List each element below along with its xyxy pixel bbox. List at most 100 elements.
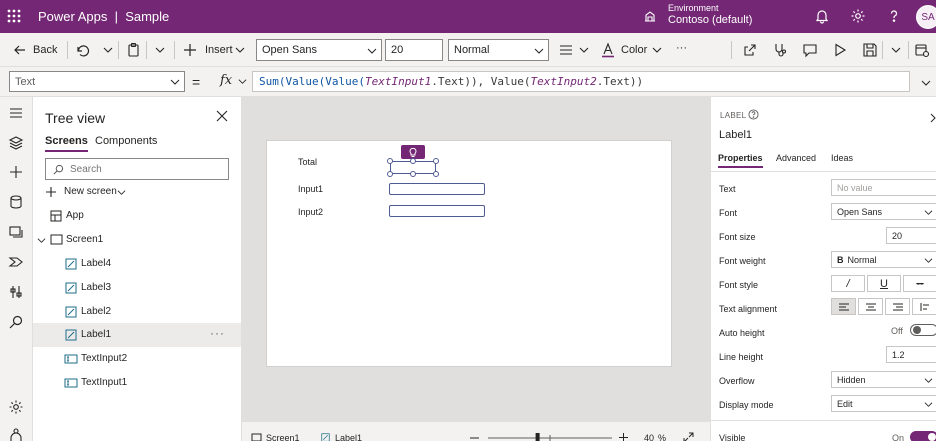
canvas-textinput2[interactable]: [389, 205, 485, 217]
tree-search-box[interactable]: [45, 158, 229, 180]
undo-icon[interactable]: [74, 42, 90, 58]
tree-item-label4[interactable]: Label4: [33, 252, 241, 276]
prop-font-size-input[interactable]: 20: [886, 227, 936, 244]
font-weight-dropdown[interactable]: Normal: [448, 39, 549, 61]
tab-screens[interactable]: Screens: [45, 135, 88, 152]
close-icon[interactable]: [216, 110, 228, 122]
tree-item-screen1[interactable]: Screen1: [33, 228, 241, 252]
strikethrough-button[interactable]: --: [903, 275, 936, 292]
resize-handle[interactable]: [410, 158, 416, 164]
expand-formula-chevron-icon[interactable]: [921, 78, 931, 88]
more-options-button[interactable]: ···: [210, 326, 225, 340]
prop-overflow-dropdown[interactable]: Hidden: [831, 371, 936, 388]
tree-item-label2[interactable]: Label2: [33, 300, 241, 324]
fx-chevron-icon[interactable]: [238, 77, 247, 86]
plus-icon[interactable]: [182, 42, 198, 58]
more-commands-button[interactable]: ···: [676, 42, 687, 54]
layers-icon[interactable]: [8, 135, 24, 151]
font-size-input[interactable]: 20: [385, 39, 443, 61]
resize-handle[interactable]: [410, 171, 416, 177]
search-input[interactable]: [70, 162, 220, 177]
insert-chevron-icon[interactable]: [232, 42, 248, 58]
gear-icon[interactable]: [850, 8, 866, 24]
environment-value[interactable]: Contoso (default): [668, 14, 752, 26]
chevron-down-icon[interactable]: [37, 236, 46, 245]
prop-font-dropdown[interactable]: Open Sans: [831, 203, 936, 220]
tab-properties[interactable]: Properties: [718, 153, 763, 168]
help-icon[interactable]: [748, 109, 759, 120]
undo-dropdown-chevron-icon[interactable]: [100, 42, 116, 58]
color-chevron-icon[interactable]: [649, 42, 665, 58]
back-arrow-icon[interactable]: [12, 42, 28, 58]
tab-components[interactable]: Components: [95, 135, 157, 147]
align-left-button[interactable]: [831, 298, 856, 315]
canvas-label-input1[interactable]: Input1: [298, 184, 323, 194]
chevron-right-icon[interactable]: [928, 113, 936, 123]
canvas-label-input2[interactable]: Input2: [298, 207, 323, 217]
formula-input[interactable]: Sum(Value(Value(TextInput1.Text)), Value…: [252, 71, 910, 92]
resize-handle[interactable]: [387, 171, 393, 177]
align-right-button[interactable]: [885, 298, 910, 315]
auto-height-toggle[interactable]: [910, 324, 936, 336]
align-chevron-icon[interactable]: [576, 42, 592, 58]
insert-button[interactable]: Insert: [205, 44, 233, 56]
resize-handle[interactable]: [387, 158, 393, 164]
search-icon[interactable]: [8, 314, 24, 330]
back-button[interactable]: Back: [33, 44, 57, 56]
waffle-icon[interactable]: [6, 8, 22, 24]
canvas-label-total[interactable]: Total: [298, 157, 317, 167]
status-selected-breadcrumb[interactable]: Label1: [335, 433, 362, 441]
comments-icon[interactable]: [802, 42, 818, 58]
tab-advanced[interactable]: Advanced: [776, 153, 816, 163]
property-dropdown[interactable]: Text: [9, 71, 185, 92]
zoom-slider[interactable]: [488, 433, 612, 441]
tree-item-textinput1[interactable]: TextInput1: [33, 371, 241, 395]
status-screen-breadcrumb[interactable]: Screen1: [266, 433, 300, 441]
prop-font-weight-dropdown[interactable]: B Normal: [831, 251, 936, 268]
data-cylinder-icon[interactable]: [8, 194, 24, 210]
color-button[interactable]: Color: [621, 44, 647, 56]
control-name[interactable]: Label1: [719, 129, 752, 141]
prop-text-input[interactable]: No value: [831, 179, 936, 196]
save-icon[interactable]: [862, 42, 878, 58]
tree-item-app[interactable]: App: [33, 204, 241, 228]
resize-handle[interactable]: [433, 171, 439, 177]
insert-plus-icon[interactable]: [8, 164, 24, 180]
zoom-in-icon[interactable]: [619, 433, 628, 441]
help-icon[interactable]: [886, 8, 902, 24]
color-icon[interactable]: [600, 42, 616, 58]
align-justify-button[interactable]: [912, 298, 936, 315]
paste-icon[interactable]: [126, 42, 142, 58]
prop-line-height-input[interactable]: 1.2: [886, 346, 936, 363]
zoom-slider-thumb[interactable]: [535, 433, 540, 441]
publish-icon[interactable]: [914, 42, 930, 58]
font-family-dropdown[interactable]: Open Sans: [256, 39, 382, 61]
virtual-agent-icon[interactable]: [8, 427, 24, 441]
resize-handle[interactable]: [433, 158, 439, 164]
save-chevron-icon[interactable]: [888, 42, 904, 58]
ideas-lightbulb-button[interactable]: [401, 145, 425, 159]
zoom-out-icon[interactable]: [470, 437, 479, 439]
tree-item-textinput2[interactable]: TextInput2: [33, 347, 241, 371]
hamburger-icon[interactable]: [8, 105, 24, 121]
app-screen-canvas[interactable]: [266, 140, 672, 367]
advanced-tools-icon[interactable]: [8, 284, 24, 300]
bell-icon[interactable]: [814, 8, 830, 24]
visible-toggle[interactable]: [910, 431, 936, 441]
media-icon[interactable]: [8, 224, 24, 240]
fit-to-window-icon[interactable]: [683, 432, 694, 441]
settings-gear-icon[interactable]: [8, 399, 24, 415]
tab-ideas[interactable]: Ideas: [831, 153, 853, 163]
app-checker-icon[interactable]: [772, 42, 788, 58]
canvas-textinput1[interactable]: [389, 183, 485, 195]
fx-button[interactable]: fx: [220, 73, 232, 88]
preview-play-icon[interactable]: [832, 42, 848, 58]
power-automate-icon[interactable]: [8, 254, 24, 270]
paste-dropdown-chevron-icon[interactable]: [152, 42, 168, 58]
avatar[interactable]: SA: [916, 5, 936, 29]
align-lines-icon[interactable]: [558, 42, 574, 58]
italic-button[interactable]: /: [831, 275, 865, 292]
align-center-button[interactable]: [858, 298, 883, 315]
share-icon[interactable]: [742, 42, 758, 58]
tree-item-label3[interactable]: Label3: [33, 276, 241, 300]
